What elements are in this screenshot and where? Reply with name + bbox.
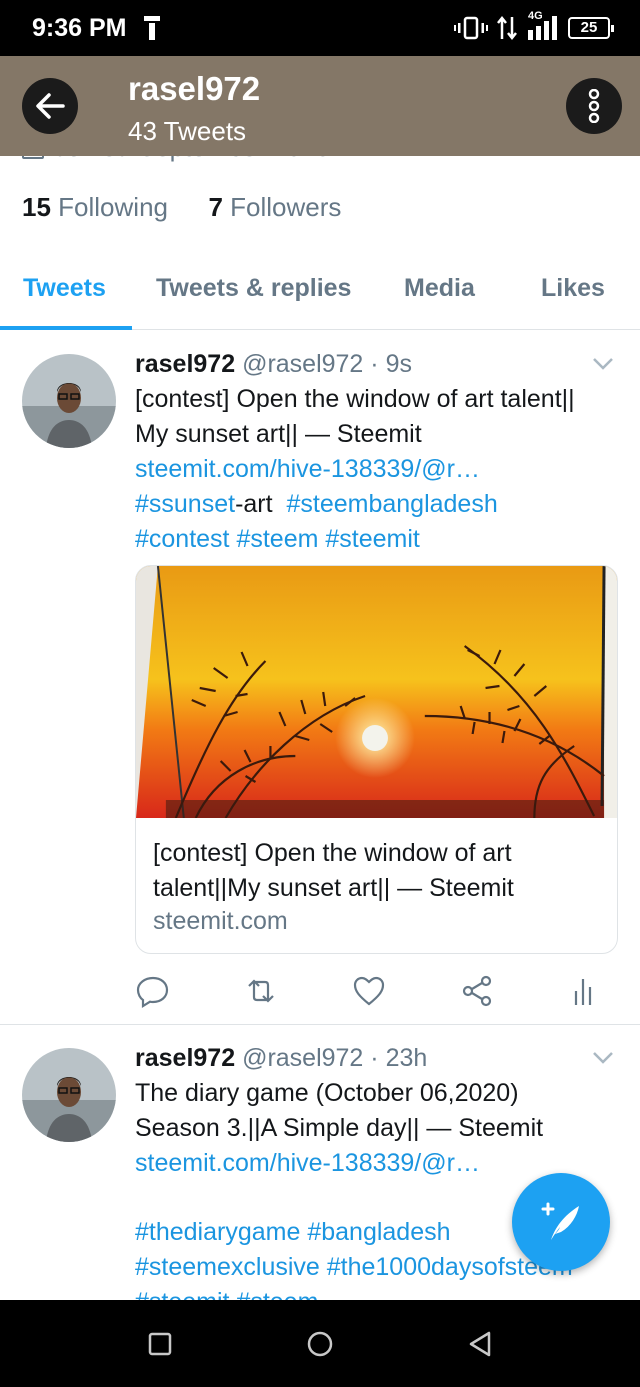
chevron-down-icon[interactable] xyxy=(592,357,614,371)
like-icon[interactable] xyxy=(351,973,387,1009)
battery-icon: 25 xyxy=(568,17,614,39)
data-transfer-icon xyxy=(497,15,517,41)
compose-icon xyxy=(541,1202,579,1240)
tweet-content: rasel972 @rasel972 · 9s [contest] Open t… xyxy=(135,349,618,557)
back-arrow-icon xyxy=(36,93,65,119)
status-bar: 9:36 PM 4G 25 xyxy=(0,0,640,56)
share-icon[interactable] xyxy=(459,973,495,1009)
tweet-link[interactable]: steemit.com/hive-138339/@r… xyxy=(135,452,618,487)
tweet-handle: @rasel972 xyxy=(242,350,364,378)
alert-icon xyxy=(144,16,160,40)
home-icon[interactable] xyxy=(305,1329,335,1359)
followers-link[interactable]: 7 Followers xyxy=(208,192,341,222)
tweet-author-name: rasel972 xyxy=(135,1044,236,1072)
hashtag[interactable]: #steembangladesh xyxy=(286,490,497,518)
tab-likes[interactable]: Likes xyxy=(541,274,605,303)
more-vertical-icon xyxy=(588,89,600,123)
tweet-actions xyxy=(135,973,595,1013)
back-button[interactable] xyxy=(22,78,78,134)
tweet-header: rasel972 @rasel972 · 9s xyxy=(135,349,618,379)
card-domain: steemit.com xyxy=(153,907,288,935)
link-card[interactable]: [contest] Open the window of art talent|… xyxy=(135,565,618,954)
follow-stats: 15 Following 7 Followers xyxy=(22,192,341,223)
avatar[interactable] xyxy=(22,354,116,448)
hashtags[interactable]: #contest #steem #steemit xyxy=(135,522,618,557)
tab-tweets-replies[interactable]: Tweets & replies xyxy=(156,274,351,303)
retweet-icon[interactable] xyxy=(243,973,279,1009)
hashtags[interactable]: #steemit #steem xyxy=(135,1285,618,1300)
signal-icon: 4G xyxy=(526,10,560,42)
card-title: [contest] Open the window of art talent|… xyxy=(153,839,514,902)
tweet-handle: @rasel972 xyxy=(242,1044,364,1072)
tweet[interactable]: rasel972 @rasel972 · 9s [contest] Open t… xyxy=(0,331,640,1024)
profile-header: rasel972 43 Tweets xyxy=(0,56,640,156)
avatar[interactable] xyxy=(22,1048,116,1142)
tweet-header: rasel972 @rasel972 · 23h xyxy=(135,1043,618,1073)
reply-icon[interactable] xyxy=(135,973,171,1009)
tweet-author-name: rasel972 xyxy=(135,350,236,378)
header-tweet-count: 43 Tweets xyxy=(128,116,247,146)
more-options-button[interactable] xyxy=(566,78,622,134)
analytics-icon[interactable] xyxy=(565,973,601,1009)
back-nav-icon[interactable] xyxy=(465,1329,495,1359)
recents-icon[interactable] xyxy=(145,1329,175,1359)
tweet-text: [contest] Open the window of art talent|… xyxy=(135,382,618,557)
system-nav-bar xyxy=(0,1300,640,1387)
tweet-time: · 9s xyxy=(370,350,412,378)
card-image xyxy=(136,566,617,818)
following-link[interactable]: 15 Following xyxy=(22,192,168,222)
active-tab-indicator xyxy=(0,326,132,330)
status-time: 9:36 PM xyxy=(32,14,127,42)
compose-tweet-button[interactable] xyxy=(512,1173,610,1271)
hashtag[interactable]: #ssunset xyxy=(135,490,235,518)
tab-tweets[interactable]: Tweets xyxy=(23,274,106,303)
header-name: rasel972 xyxy=(128,70,261,107)
chevron-down-icon[interactable] xyxy=(592,1051,614,1065)
tweet-time: · 23h xyxy=(370,1044,428,1072)
profile-tabs: Tweets Tweets & replies Media Likes xyxy=(0,262,640,330)
tab-media[interactable]: Media xyxy=(404,274,475,303)
vibrate-icon xyxy=(454,16,488,40)
